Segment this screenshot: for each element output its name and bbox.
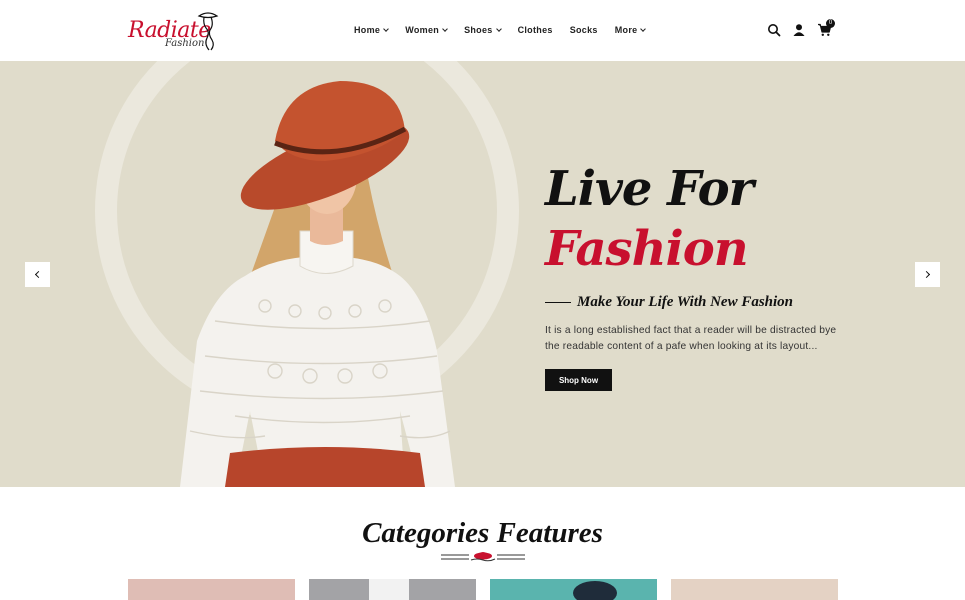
hero-headline-line2: Fashion <box>545 221 749 277</box>
hero-slider: Live For Fashion Make Your Life With New… <box>0 61 965 487</box>
nav-more-label: More <box>614 25 638 35</box>
category-image <box>490 579 657 600</box>
hero-model-image <box>180 81 455 487</box>
nav-socks-label: Socks <box>569 25 598 35</box>
chevron-down-icon <box>442 25 448 32</box>
chevron-down-icon <box>495 25 502 32</box>
hero-description: It is a long established fact that a rea… <box>545 325 837 352</box>
category-card[interactable] <box>490 579 657 600</box>
nav-shoes[interactable]: Shoes <box>464 24 502 36</box>
chevron-down-icon <box>640 25 647 32</box>
category-card[interactable] <box>128 579 295 600</box>
category-card[interactable] <box>671 579 838 600</box>
slider-prev-button[interactable] <box>25 262 50 287</box>
logo-figure-icon <box>197 12 219 51</box>
hero-headline-line1: Live For <box>545 161 754 217</box>
cart-count-badge: 0 <box>826 19 835 28</box>
hero-tagline-text: Make Your Life With New Fashion <box>577 294 794 310</box>
user-icon[interactable] <box>792 23 808 39</box>
nav-home-label: Home <box>354 25 381 35</box>
title-ornament-icon <box>441 552 525 562</box>
main-nav: Home Women Shoes Clothes Socks More <box>354 24 662 36</box>
category-image <box>671 579 838 600</box>
search-icon[interactable] <box>767 23 783 39</box>
shop-now-button[interactable]: Shop Now <box>545 369 612 391</box>
category-image <box>309 579 476 600</box>
chevron-left-icon <box>34 270 43 279</box>
nav-clothes[interactable]: Clothes <box>518 24 553 36</box>
slider-next-button[interactable] <box>915 262 940 287</box>
nav-shoes-label: Shoes <box>464 25 493 35</box>
chevron-right-icon <box>922 270 931 279</box>
hero-tagline: Make Your Life With New Fashion <box>545 294 793 311</box>
categories-title: Categories Features <box>362 517 603 549</box>
chevron-down-icon <box>383 25 390 32</box>
category-card[interactable] <box>309 579 476 600</box>
brand-logo[interactable]: Radiate Fashion <box>128 10 223 52</box>
tagline-dash <box>545 301 571 304</box>
site-header: Radiate Fashion Home Women Shoes Clothes… <box>0 0 965 61</box>
nav-socks[interactable]: Socks <box>570 24 598 36</box>
nav-women-label: Women <box>405 25 440 35</box>
nav-more[interactable]: More <box>614 24 647 36</box>
nav-clothes-label: Clothes <box>517 25 553 35</box>
nav-women[interactable]: Women <box>405 24 448 36</box>
nav-home[interactable]: Home <box>354 24 390 36</box>
category-image <box>128 579 295 600</box>
